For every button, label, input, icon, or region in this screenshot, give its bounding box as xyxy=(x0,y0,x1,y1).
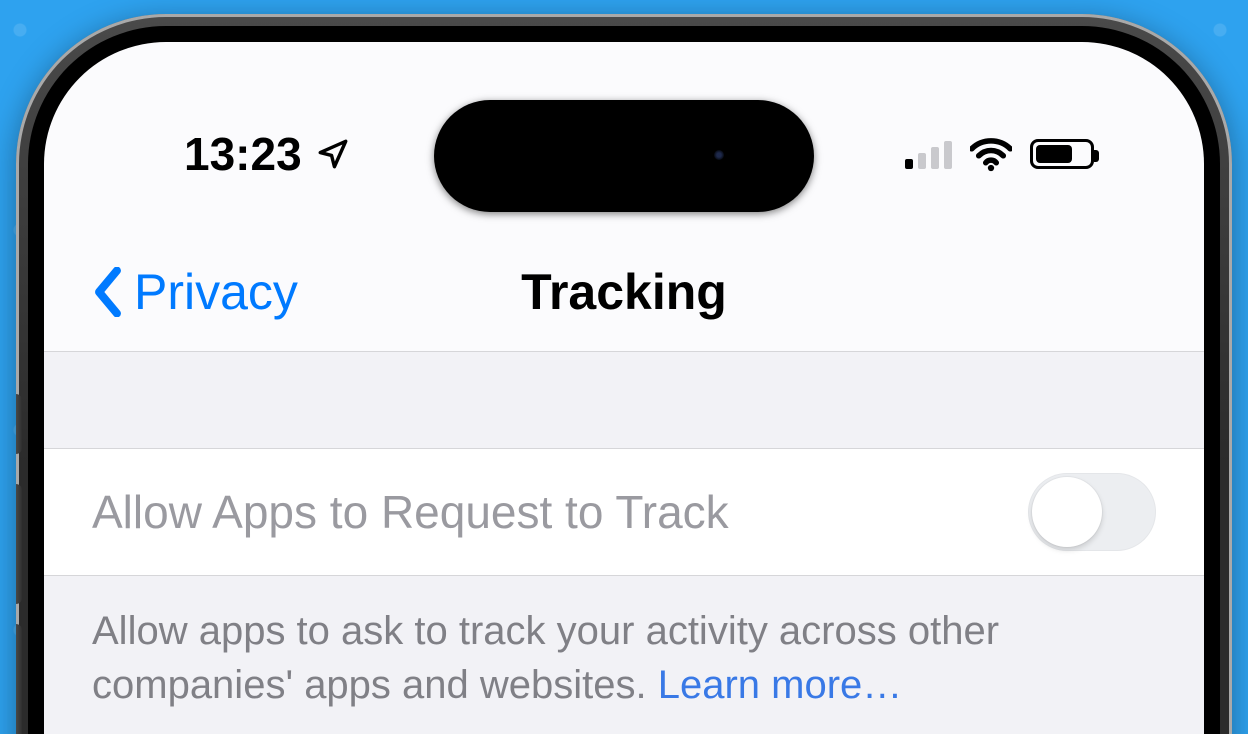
tracking-footer: Allow apps to ask to track your activity… xyxy=(44,576,1204,712)
status-time: 13:23 xyxy=(184,127,302,181)
group-spacer xyxy=(44,352,1204,448)
back-label: Privacy xyxy=(134,263,298,321)
volume-up-button xyxy=(16,484,22,604)
allow-apps-to-track-label: Allow Apps to Request to Track xyxy=(92,485,729,539)
cellular-signal-icon xyxy=(905,139,952,169)
back-button[interactable]: Privacy xyxy=(44,263,298,321)
allow-apps-to-track-toggle[interactable] xyxy=(1028,473,1156,551)
battery-icon xyxy=(1030,139,1094,169)
status-bar-right xyxy=(905,133,1094,175)
iphone-bezel: 13:23 xyxy=(28,26,1220,734)
iphone-screen: 13:23 xyxy=(44,42,1204,734)
location-arrow-icon xyxy=(316,137,350,171)
learn-more-link[interactable]: Learn more… xyxy=(658,663,903,707)
allow-apps-to-track-row[interactable]: Allow Apps to Request to Track xyxy=(44,448,1204,576)
battery-fill xyxy=(1036,145,1072,163)
chevron-left-icon xyxy=(90,267,126,317)
settings-content: Allow Apps to Request to Track Allow app… xyxy=(44,352,1204,734)
mute-switch xyxy=(16,394,22,454)
wifi-icon xyxy=(970,133,1012,175)
nav-header: Privacy Tracking xyxy=(44,232,1204,352)
iphone-frame: 13:23 xyxy=(16,14,1232,734)
toggle-knob xyxy=(1032,477,1102,547)
page-title: Tracking xyxy=(521,263,727,321)
status-bar: 13:23 xyxy=(44,120,1204,188)
volume-down-button xyxy=(16,624,22,734)
status-bar-left: 13:23 xyxy=(184,127,350,181)
